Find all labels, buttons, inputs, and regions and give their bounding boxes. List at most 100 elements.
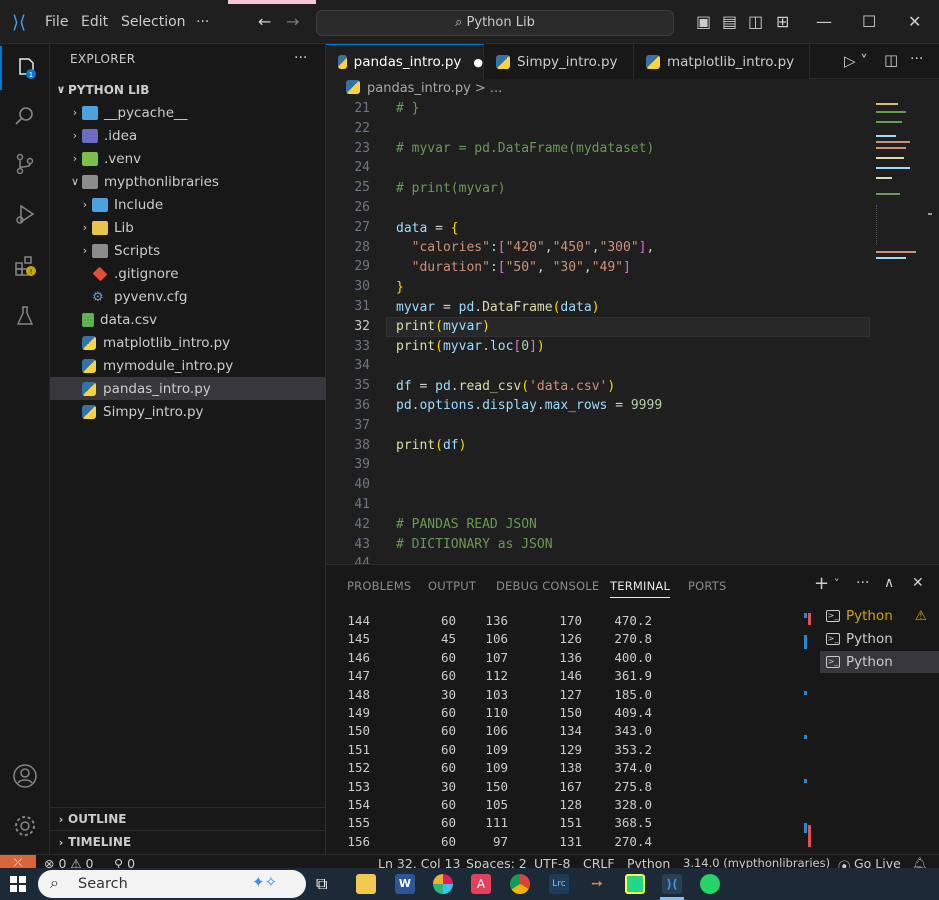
windows-start-icon[interactable] <box>10 876 26 892</box>
close-panel-icon[interactable]: ✕ <box>912 575 924 591</box>
file-explorer-icon[interactable] <box>356 874 376 894</box>
timeline-section[interactable]: › TIMELINE <box>50 830 326 853</box>
search-icon[interactable] <box>0 94 50 138</box>
customize-layout-icon[interactable]: ⊞ <box>776 12 789 31</box>
run-play-icon[interactable]: ▷ ˅ <box>844 52 868 70</box>
tab-ports[interactable]: PORTS <box>688 579 726 593</box>
forward-arrow-icon[interactable]: → <box>286 12 299 31</box>
tab-output[interactable]: OUTPUT <box>428 579 476 593</box>
editor-more-icon[interactable]: ··· <box>910 51 923 67</box>
minimap[interactable] <box>870 101 932 564</box>
tree-item-mypthonlibraries[interactable]: ∨ mypthonlibraries <box>50 170 326 193</box>
line-number: 38 <box>354 437 370 453</box>
settings-gear-icon[interactable] <box>0 804 50 848</box>
chevron-down-icon[interactable]: ˅ <box>834 577 840 590</box>
terminal-instance-2[interactable]: >_ Python <box>820 628 939 650</box>
sublime-arrow-icon[interactable]: ➙ <box>587 874 607 894</box>
menu-more[interactable]: ··· <box>196 14 209 30</box>
split-editor-icon[interactable]: ◫ <box>884 51 898 69</box>
tree-item-lib[interactable]: › Lib <box>50 216 326 239</box>
terminal-instance-3[interactable]: >_ Python <box>820 651 939 673</box>
maximize-icon[interactable]: ☐ <box>862 12 876 31</box>
tree-item-pycache[interactable]: › __pycache__ <box>50 101 326 124</box>
toggle-panel-icon[interactable]: ▤ <box>722 12 737 31</box>
tab-matplotlib-intro[interactable]: matplotlib_intro.py <box>634 44 810 79</box>
terminal-cell: 107 <box>485 649 508 665</box>
tree-item-pyvenv-cfg[interactable]: ⚙ pyvenv.cfg <box>50 285 326 308</box>
toggle-secondary-sidebar-icon[interactable]: ◫ <box>748 12 763 31</box>
unsaved-dot-icon[interactable]: ● <box>473 56 483 69</box>
chevron-right-icon: › <box>82 198 88 211</box>
terminal-cell: 145 <box>347 631 370 647</box>
tree-item-matplotlib-intro[interactable]: matplotlib_intro.py <box>50 331 326 354</box>
tree-item-data-csv[interactable]: data.csv <box>50 308 326 331</box>
tree-item-scripts[interactable]: › Scripts <box>50 239 326 262</box>
pycharm-icon[interactable] <box>625 874 645 894</box>
maximize-panel-icon[interactable]: ∧ <box>884 575 894 591</box>
account-icon[interactable] <box>0 754 50 798</box>
terminal-output[interactable]: 144 60 136 170 470.2 145 45 106 126 270.8 146 60 107… <box>326 613 796 855</box>
code-editor[interactable]: 21 22 23 24 25 26 27 28 29 30 31 32 33 34 35 36 37 38 39 40… <box>326 101 939 564</box>
minimize-icon[interactable]: — <box>816 12 832 31</box>
terminal-name: Python <box>846 608 893 624</box>
slack-icon[interactable] <box>433 874 453 894</box>
tab-pandas-intro[interactable]: pandas_intro.py ● <box>326 44 484 79</box>
command-center-search[interactable]: ⌕ Python Lib <box>316 10 674 36</box>
tree-item-venv[interactable]: › .venv <box>50 147 326 170</box>
outline-section[interactable]: › OUTLINE <box>50 807 326 830</box>
task-view-icon[interactable]: ⧉ <box>316 874 327 894</box>
menu-file[interactable]: File <box>45 14 68 30</box>
tree-item-include[interactable]: › Include <box>50 193 326 216</box>
terminal-cell: 150 <box>559 705 582 720</box>
breadcrumb[interactable]: pandas_intro.py > ... <box>326 79 939 101</box>
vscode-taskbar-icon[interactable]: ⟩⟨ <box>662 874 682 894</box>
tree-item-label: Include <box>114 196 164 213</box>
explorer-icon[interactable]: 1 <box>0 46 50 90</box>
comment: # myvar = pd.DataFrame(mydataset) <box>396 141 655 156</box>
acrobat-icon[interactable]: A <box>471 874 491 894</box>
chevron-right-icon: › <box>82 221 88 234</box>
tab-terminal[interactable]: TERMINAL <box>610 579 671 598</box>
tab-problems[interactable]: PROBLEMS <box>347 579 411 593</box>
terminal-cell: 126 <box>559 631 582 647</box>
run-debug-icon[interactable] <box>0 192 50 236</box>
terminal-instance-1[interactable]: >_ Python ⚠ <box>820 605 939 627</box>
svg-text:!: ! <box>30 268 33 276</box>
panel-more-icon[interactable]: ··· <box>856 575 869 591</box>
extensions-icon[interactable]: ! <box>0 244 50 288</box>
tab-debug-console[interactable]: DEBUG CONSOLE <box>496 579 599 593</box>
line-number: 30 <box>354 279 370 295</box>
tree-item-gitignore[interactable]: .gitignore <box>50 262 326 285</box>
toggle-sidebar-icon[interactable]: ▣ <box>696 12 711 31</box>
line-number: 33 <box>354 338 370 354</box>
explorer-more-button[interactable]: ··· <box>294 50 307 66</box>
menu-selection[interactable]: Selection <box>121 14 186 30</box>
tab-simpy-intro[interactable]: Simpy_intro.py <box>484 44 634 79</box>
tree-item-simpy-intro[interactable]: Simpy_intro.py <box>50 400 326 423</box>
tree-item-mymodule-intro[interactable]: mymodule_intro.py <box>50 354 326 377</box>
terminal-scrollbar[interactable] <box>804 613 812 855</box>
taskbar-search-box[interactable]: ⌕ Search ✦✧ <box>38 870 306 898</box>
terminal-cell: 148 <box>347 686 370 702</box>
source-control-icon[interactable] <box>0 142 50 186</box>
whatsapp-icon[interactable] <box>700 874 720 894</box>
lrc-app-icon[interactable]: Lrc <box>549 874 569 894</box>
word-icon[interactable]: W <box>395 874 415 894</box>
workspace-root[interactable]: ∨ PYTHON LIB <box>50 78 326 101</box>
tree-item-label: .idea <box>104 127 138 144</box>
terminal-cell: 146 <box>347 649 370 665</box>
tree-item-idea[interactable]: › .idea <box>50 124 326 147</box>
menu-edit[interactable]: Edit <box>81 14 108 30</box>
title-bar: ⟩⟨ File Edit Selection ··· ← → ⌕ Python … <box>0 0 939 44</box>
terminal-cell: 150 <box>347 723 370 739</box>
close-icon[interactable]: ✕ <box>908 12 921 31</box>
chrome-icon[interactable] <box>510 874 530 894</box>
testing-flask-icon[interactable] <box>0 294 50 338</box>
back-arrow-icon[interactable]: ← <box>258 12 271 31</box>
terminal-cell: 60 <box>440 723 456 739</box>
search-icon: ⌕ <box>455 15 467 30</box>
line-number: 36 <box>354 398 370 413</box>
tree-item-pandas-intro[interactable]: pandas_intro.py <box>50 377 326 400</box>
new-terminal-plus-icon[interactable]: + <box>814 573 829 594</box>
activity-bar: 1 ! <box>0 44 50 854</box>
